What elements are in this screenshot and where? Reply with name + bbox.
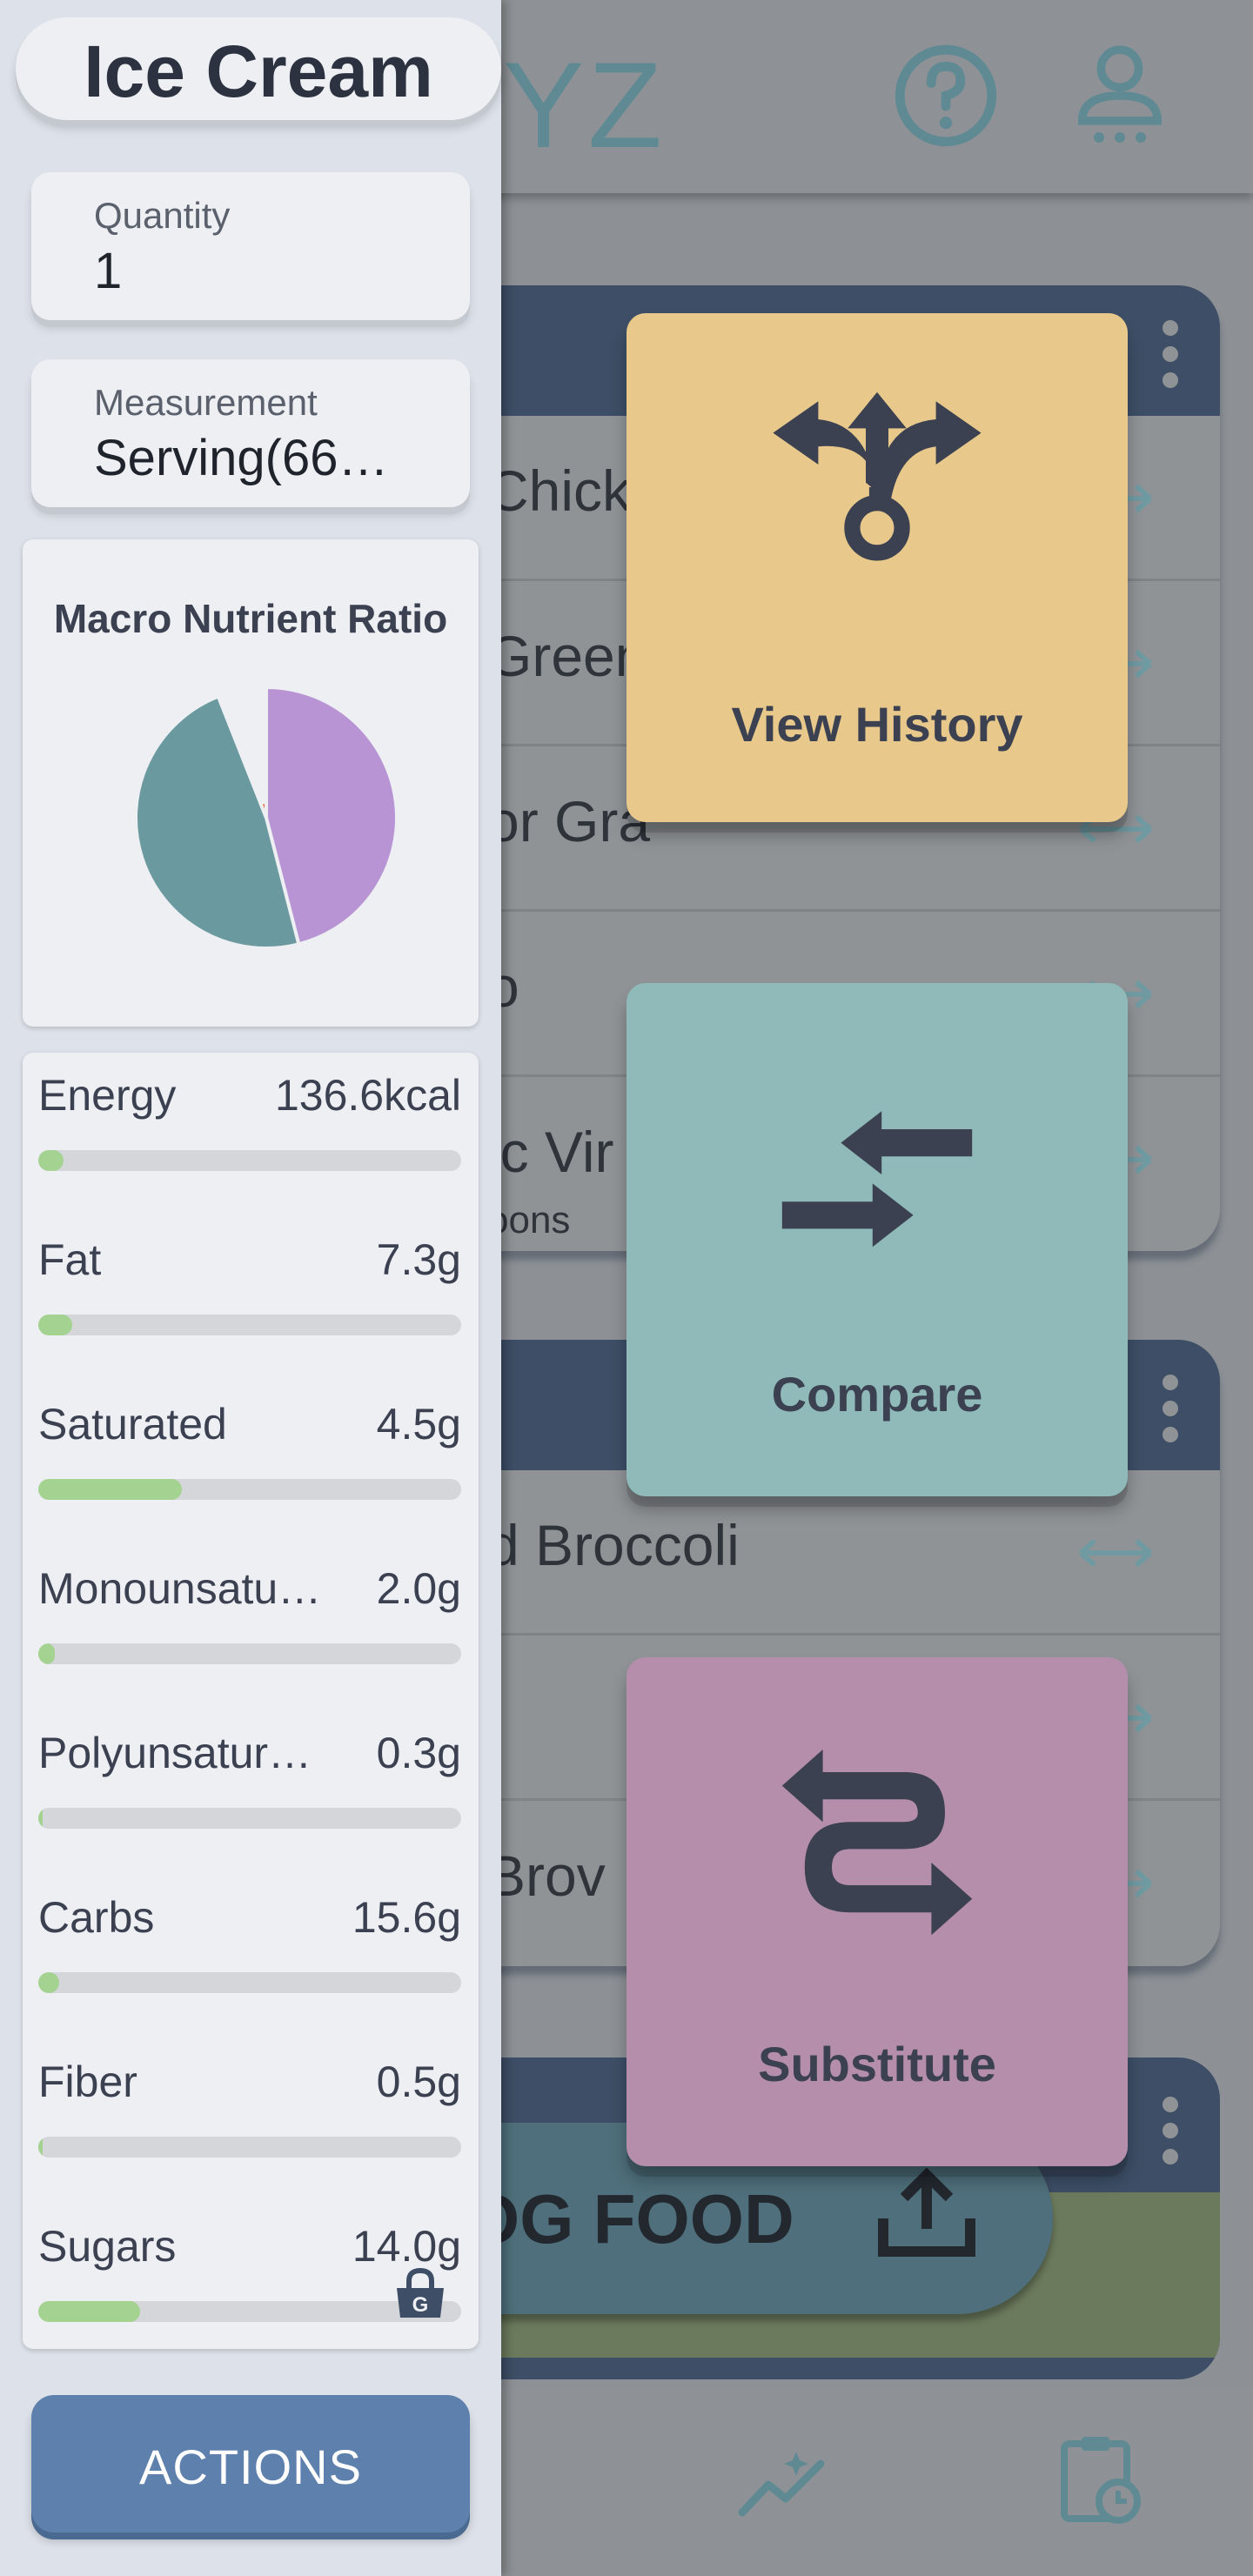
food-title-pill: Ice Cream [16, 17, 501, 120]
nutrient-name: Fat [38, 1235, 102, 1284]
svg-text:G: G [412, 2293, 429, 2317]
actions-label: ACTIONS [139, 2439, 362, 2494]
nutrient-progress-fill [38, 1643, 56, 1664]
food-row-name: Chick [487, 458, 632, 523]
nutrient-progress-track [38, 1972, 461, 1993]
nutrient-progress-track [38, 1808, 461, 1829]
nutrient-progress-fill [38, 1479, 183, 1500]
substitute-button[interactable]: Substitute [626, 1657, 1128, 2166]
measurement-label: Measurement [94, 382, 318, 423]
measurement-field[interactable]: Measurement Serving(66… [31, 359, 470, 507]
nutrient-row: Energy 136.6kcal [38, 1070, 461, 1174]
nutrient-value: 0.3g [376, 1729, 461, 1777]
fork-arrows-icon [773, 391, 982, 561]
log-food-label: OG FOOD [466, 2180, 794, 2258]
nutrient-value: 2.0g [376, 1564, 461, 1613]
compare-button[interactable]: Compare [626, 983, 1128, 1496]
nutrient-progress-track [38, 1479, 461, 1500]
nutrient-progress-fill [38, 2137, 43, 2158]
profile-icon[interactable] [1068, 43, 1172, 148]
nutrient-progress-track [38, 1150, 461, 1171]
food-row-name: Brov [487, 1843, 606, 1908]
schedule-clipboard-icon[interactable] [1057, 2432, 1144, 2527]
nutrient-progress-fill [38, 1150, 64, 1171]
nutrient-row: Monounsatu… 2.0g [38, 1563, 461, 1668]
macro-ratio-pie [136, 687, 397, 948]
view-history-label: View History [731, 697, 1023, 752]
nutrient-progress-track [38, 1643, 461, 1664]
nutrient-value: 136.6kcal [274, 1071, 461, 1120]
nutrient-progress-fill [38, 1315, 72, 1335]
nutrient-value: 7.3g [376, 1235, 461, 1284]
help-icon[interactable] [894, 43, 998, 148]
nutrient-name: Saturated [38, 1400, 227, 1449]
macro-ratio-card: Macro Nutrient Ratio [23, 539, 479, 1027]
nutrient-progress-fill [38, 1972, 60, 1993]
food-row-name: d Broccoli [487, 1513, 740, 1577]
nutrient-name: Carbs [38, 1893, 155, 1942]
compare-label: Compare [771, 1367, 983, 1422]
nutrient-value: 15.6g [352, 1893, 461, 1942]
quantity-value: 1 [94, 243, 123, 299]
nutrient-name: Monounsatu… [38, 1564, 322, 1613]
nutrient-value: 0.5g [376, 2057, 461, 2106]
measurement-value: Serving(66… [94, 430, 389, 486]
more-options-icon[interactable] [1163, 320, 1180, 398]
food-row-name: Green [487, 624, 647, 688]
nutrient-progress-fill [38, 1808, 43, 1829]
nutrient-progress-track [38, 1315, 461, 1335]
nutrient-row: Carbs 15.6g [38, 1892, 461, 1997]
nutrient-list-card: Energy 136.6kcal Fat 7.3g Saturated 4.5g Monou… [23, 1053, 479, 2349]
actions-button[interactable]: ACTIONS [31, 2395, 470, 2533]
nutrient-row: Fiber 0.5g [38, 2057, 461, 2161]
nutrient-progress-fill [38, 2301, 140, 2322]
nutrient-row: Saturated 4.5g [38, 1399, 461, 1503]
swap-arrows-icon[interactable] [1072, 1531, 1159, 1575]
food-title: Ice Cream [84, 30, 433, 112]
nutrient-progress-track [38, 2137, 461, 2158]
nutrient-name: Fiber [38, 2057, 137, 2106]
nutrient-name: Energy [38, 1071, 177, 1120]
more-options-icon[interactable] [1163, 1375, 1180, 1453]
nutrient-value: 4.5g [376, 1400, 461, 1449]
view-history-button[interactable]: View History [626, 313, 1128, 822]
macro-ratio-title: Macro Nutrient Ratio [53, 596, 448, 641]
app-brand: YZ [503, 37, 666, 173]
more-options-icon[interactable] [1163, 2097, 1180, 2175]
compare-arrows-icon [781, 1111, 973, 1248]
trends-icon[interactable] [735, 2445, 831, 2523]
lock-icon[interactable]: G [392, 2264, 449, 2321]
food-row-name: or Gra [487, 789, 651, 853]
nutrient-name: Sugars [38, 2222, 177, 2271]
substitute-label: Substitute [758, 2037, 996, 2091]
substitute-route-icon [781, 1750, 973, 1936]
quantity-label: Quantity [94, 195, 231, 236]
food-detail-drawer: Ice Cream Quantity 1 Measurement Serving… [0, 0, 501, 2576]
nutrient-row: Fat 7.3g [38, 1234, 461, 1339]
quantity-field[interactable]: Quantity 1 [31, 172, 470, 320]
nutrient-row: Polyunsatur… 0.3g [38, 1728, 461, 1832]
nutrient-name: Polyunsatur… [38, 1729, 312, 1777]
upload-icon [878, 2167, 975, 2257]
food-row-name: ic Vir [487, 1120, 614, 1184]
